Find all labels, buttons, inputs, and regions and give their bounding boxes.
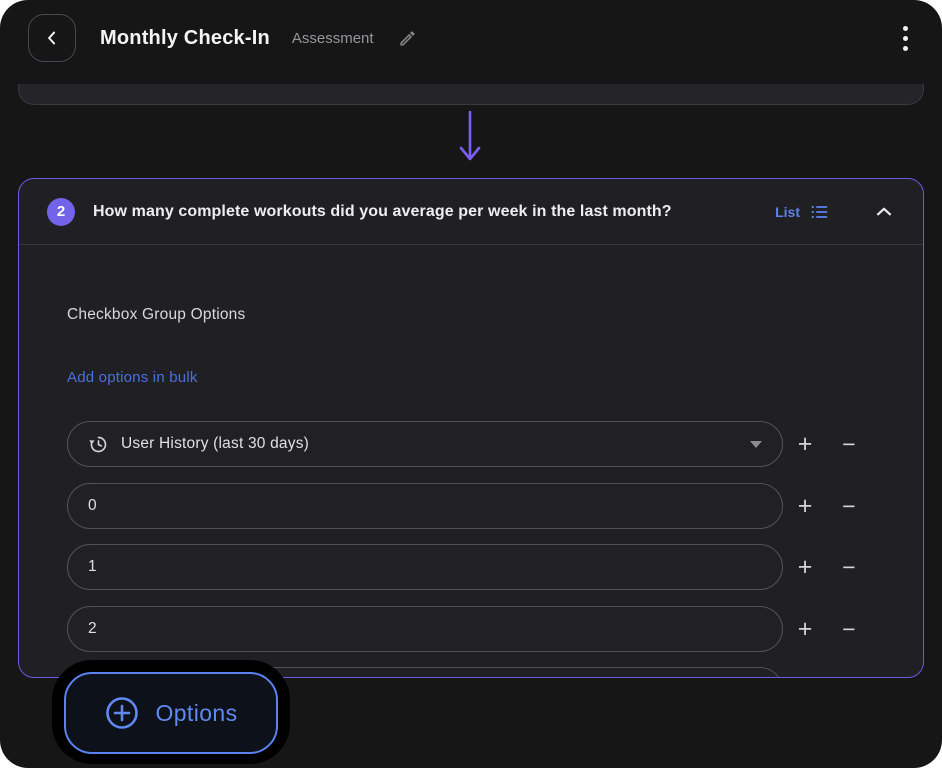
options-button[interactable]: Options xyxy=(64,672,278,754)
add-option-button[interactable]: + xyxy=(783,606,827,652)
option-value: 0 xyxy=(88,497,97,514)
question-number-badge: 2 xyxy=(47,197,75,226)
question-text: How many complete workouts did you avera… xyxy=(93,202,672,220)
user-history-dropdown[interactable]: User History (last 30 days) xyxy=(67,421,783,467)
page-subtitle: Assessment xyxy=(291,29,374,47)
remove-option-button[interactable]: − xyxy=(827,544,871,590)
assessment-editor-screen: Monthly Check-In Assessment 2 How many c… xyxy=(0,0,942,768)
top-bar: Monthly Check-In Assessment xyxy=(0,0,942,76)
list-icon xyxy=(809,202,829,222)
option-row: User History (last 30 days) + − xyxy=(67,421,871,467)
question-type-label: List xyxy=(775,203,800,220)
collapse-card-button[interactable] xyxy=(871,199,897,225)
history-clock-icon xyxy=(88,434,109,455)
edit-title-button[interactable] xyxy=(394,25,421,52)
back-button[interactable] xyxy=(28,14,76,62)
option-value: 2 xyxy=(88,620,97,637)
section-title: Checkbox Group Options xyxy=(67,306,246,323)
add-option-button[interactable]: + xyxy=(783,667,827,677)
option-value-input[interactable]: 0 xyxy=(67,483,783,529)
remove-option-button[interactable]: − xyxy=(827,483,871,529)
options-button-highlight-ring: Options xyxy=(52,660,290,764)
question-card-header: 2 How many complete workouts did you ave… xyxy=(19,179,923,245)
option-value-input[interactable]: 1 xyxy=(67,544,783,590)
caret-down-icon xyxy=(750,440,762,448)
pencil-icon xyxy=(398,29,417,48)
plus-circle-icon xyxy=(104,695,140,731)
remove-option-button[interactable]: − xyxy=(827,606,871,652)
previous-question-card-collapsed[interactable] xyxy=(18,84,924,105)
add-options-in-bulk-link[interactable]: Add options in bulk xyxy=(67,369,198,386)
page-title: Monthly Check-In xyxy=(100,26,270,49)
option-row: 2 + − xyxy=(67,606,871,652)
kebab-icon xyxy=(903,25,908,31)
chevron-left-icon xyxy=(42,28,62,48)
chevron-up-icon xyxy=(873,201,895,223)
question-type-button[interactable]: List xyxy=(773,200,831,224)
add-option-button[interactable]: + xyxy=(783,544,827,590)
overflow-menu-button[interactable] xyxy=(897,20,914,57)
option-value-input[interactable]: 2 xyxy=(67,606,783,652)
add-option-button[interactable]: + xyxy=(783,483,827,529)
options-button-label: Options xyxy=(155,699,238,726)
option-row: 0 + − xyxy=(67,483,871,529)
option-value: 1 xyxy=(88,558,97,575)
arrow-down-icon xyxy=(456,108,484,168)
add-option-button[interactable]: + xyxy=(783,421,827,467)
option-row: 1 + − xyxy=(67,544,871,590)
dropdown-value: User History (last 30 days) xyxy=(121,435,310,452)
question-card: 2 How many complete workouts did you ave… xyxy=(18,178,924,678)
remove-option-button[interactable]: − xyxy=(827,421,871,467)
